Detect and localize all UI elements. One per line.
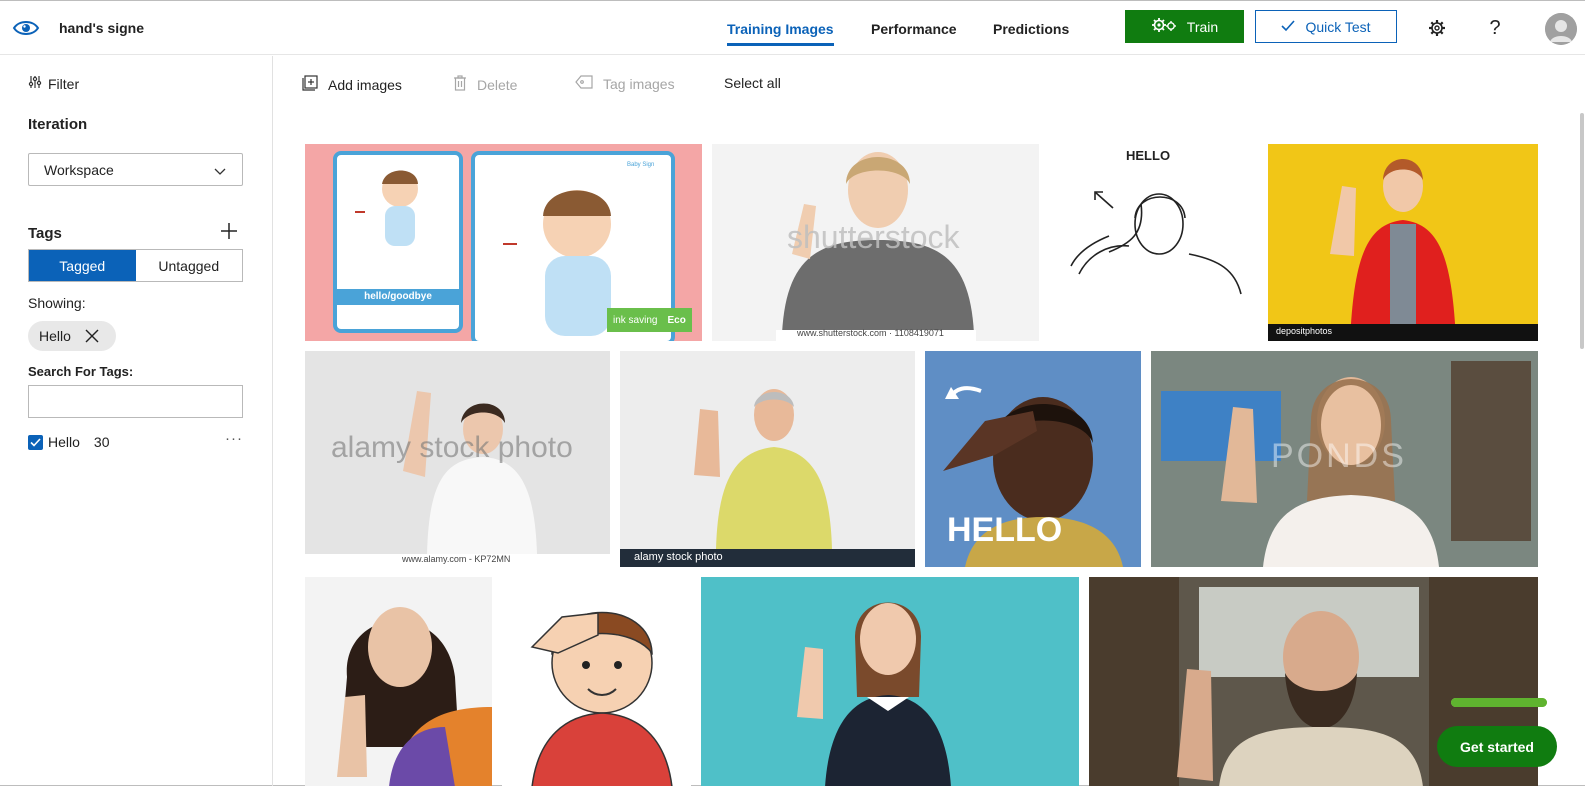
get-started-button[interactable]: Get started xyxy=(1437,726,1557,767)
training-image-5[interactable]: alamy stock photo www.alamy.com - KP72MN xyxy=(305,351,610,567)
close-icon[interactable] xyxy=(85,329,99,343)
checkmark-icon xyxy=(1281,19,1296,35)
sidebar: Filter Iteration Workspace Tags Tagged U… xyxy=(0,56,273,786)
tag-checkbox[interactable] xyxy=(28,434,43,450)
badge-tag: Eco xyxy=(667,314,686,326)
training-image-3[interactable]: HELLO xyxy=(1049,144,1258,341)
train-button[interactable]: Train xyxy=(1125,10,1244,43)
training-image-8[interactable]: PONDS xyxy=(1151,351,1538,567)
chip-label: Hello xyxy=(39,328,71,344)
training-image-6[interactable]: alamy stock photo xyxy=(620,351,915,567)
filter-chip-hello: Hello xyxy=(28,321,116,351)
training-image-11[interactable] xyxy=(701,577,1079,786)
add-image-icon xyxy=(302,75,318,94)
image-footer: www.alamy.com - KP72MN xyxy=(402,554,511,564)
training-image-9[interactable] xyxy=(305,577,492,786)
add-images-label: Add images xyxy=(328,76,402,93)
avatar[interactable] xyxy=(1545,13,1577,45)
image-caption: HELLO xyxy=(1126,148,1171,163)
image-header: Baby Sign xyxy=(627,162,655,168)
training-image-7[interactable]: HELLO xyxy=(925,351,1141,567)
add-images-button[interactable]: Add images xyxy=(302,75,402,94)
badge-text: ink saving xyxy=(613,314,658,326)
image-caption: HELLO xyxy=(947,511,1063,549)
progress-fill xyxy=(1451,698,1547,707)
showing-label: Showing: xyxy=(28,295,86,311)
training-image-4[interactable]: depositphotos xyxy=(1268,144,1538,341)
search-tags-input[interactable] xyxy=(28,385,243,418)
untagged-toggle[interactable]: Untagged xyxy=(136,250,243,281)
filter-button[interactable]: Filter xyxy=(28,75,79,92)
project-name: hand's signe xyxy=(59,20,145,36)
tab-training-images[interactable]: Training Images xyxy=(727,21,834,46)
chevron-down-icon xyxy=(214,163,226,179)
quick-test-button[interactable]: Quick Test xyxy=(1255,10,1397,43)
tag-images-label: Tag images xyxy=(603,75,675,92)
delete-button[interactable]: Delete xyxy=(453,75,517,94)
image-watermark: PONDS xyxy=(1271,437,1407,475)
tagged-toggle[interactable]: Tagged xyxy=(29,250,136,281)
train-label: Train xyxy=(1186,18,1219,35)
image-watermark: alamy stock photo xyxy=(634,551,723,563)
help-icon[interactable]: ? xyxy=(1485,17,1505,39)
scrollbar-thumb[interactable] xyxy=(1580,113,1584,349)
iteration-dropdown[interactable]: Workspace xyxy=(28,153,243,186)
onboarding-progress-bar xyxy=(1451,698,1547,707)
tag-name[interactable]: Hello xyxy=(48,434,80,450)
training-image-1[interactable]: hello/goodbye Baby Sign ink saving Eco xyxy=(305,144,702,341)
image-watermark: alamy stock photo xyxy=(331,431,573,464)
more-options-icon[interactable]: ··· xyxy=(225,430,243,447)
tag-count: 30 xyxy=(93,434,110,450)
add-tag-icon[interactable] xyxy=(220,222,238,240)
gear-icon[interactable] xyxy=(1427,18,1447,38)
filter-label: Filter xyxy=(48,75,80,92)
trash-icon xyxy=(453,75,467,94)
tab-predictions[interactable]: Predictions xyxy=(993,21,1069,37)
tag-icon xyxy=(575,75,593,92)
quick-test-label: Quick Test xyxy=(1305,18,1371,35)
top-bar: hand's signe Training Images Performance… xyxy=(0,1,1585,55)
eco-badge: ink saving Eco xyxy=(607,308,692,332)
tags-heading: Tags xyxy=(28,225,62,242)
image-watermark: shutterstock xyxy=(787,219,960,255)
image-footer: www.shutterstock.com · 1108419071 xyxy=(797,328,944,338)
image-watermark: depositphotos xyxy=(1276,326,1333,336)
image-caption: hello/goodbye xyxy=(364,291,432,302)
eye-logo-icon[interactable] xyxy=(12,15,40,41)
delete-label: Delete xyxy=(477,76,518,93)
filter-sliders-icon xyxy=(28,75,42,92)
training-image-2[interactable]: shutterstock www.shutterstock.com · 1108… xyxy=(712,144,1039,341)
training-image-10[interactable] xyxy=(502,577,691,786)
iteration-heading: Iteration xyxy=(28,116,88,133)
tag-filter-toggle: Tagged Untagged xyxy=(28,249,243,282)
iteration-value: Workspace xyxy=(44,161,114,178)
tag-images-button[interactable]: Tag images xyxy=(575,75,675,92)
gears-icon xyxy=(1151,17,1177,36)
tab-performance[interactable]: Performance xyxy=(871,21,957,37)
select-all-button[interactable]: Select all xyxy=(724,75,781,91)
tag-list-item: Hello 30 ··· xyxy=(28,430,243,451)
search-tags-label: Search For Tags: xyxy=(28,364,134,379)
